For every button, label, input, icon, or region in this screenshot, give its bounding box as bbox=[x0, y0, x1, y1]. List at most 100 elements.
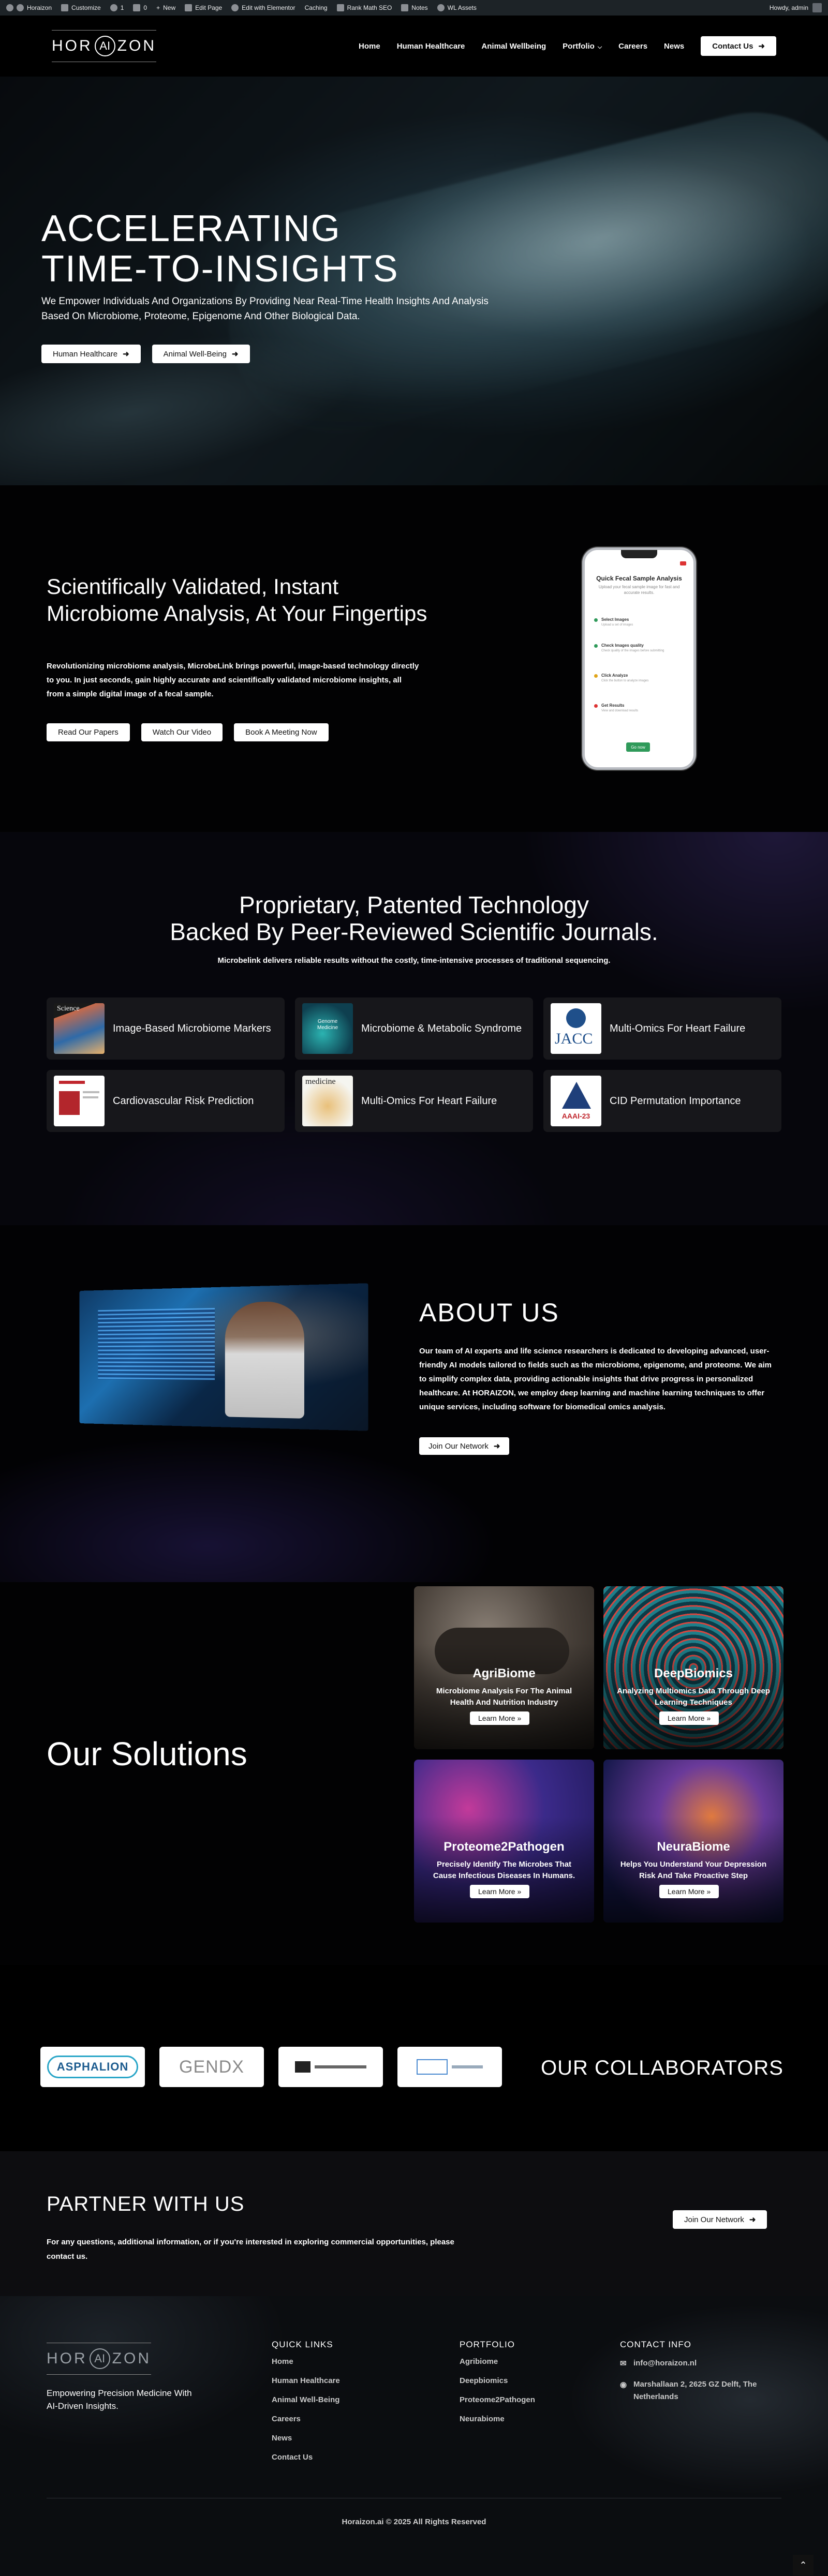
footer-link-deepbiomics[interactable]: Deepbiomics bbox=[460, 2376, 535, 2385]
publication-card[interactable]: Cardiovascular Risk Prediction bbox=[47, 1070, 285, 1132]
arrow-right-icon: ➜ bbox=[749, 2215, 756, 2224]
footer-link-careers[interactable]: Careers bbox=[272, 2415, 340, 2423]
watch-video-button[interactable]: Watch Our Video bbox=[141, 723, 223, 741]
footer-link-home[interactable]: Home bbox=[272, 2357, 340, 2366]
nav-item-news[interactable]: News bbox=[664, 42, 684, 51]
learn-more-button[interactable]: Learn More » bbox=[470, 1711, 530, 1725]
admin-bar-item-notes[interactable]: Notes bbox=[401, 4, 428, 11]
admin-bar-item-comments[interactable]: 0 bbox=[133, 4, 147, 11]
collaborator-logo-gendx[interactable]: GENDX bbox=[159, 2047, 264, 2087]
learn-more-button[interactable]: Learn More » bbox=[659, 1885, 719, 1898]
elementor-icon bbox=[231, 4, 239, 11]
card-title: CID Permutation Importance bbox=[610, 1095, 741, 1107]
wordpress-icon bbox=[6, 4, 13, 11]
logo-mark bbox=[295, 2061, 310, 2073]
nav-item-animal-wellbeing[interactable]: Animal Wellbeing bbox=[481, 42, 546, 51]
back-to-top-button[interactable]: ⌃ bbox=[793, 2555, 814, 2575]
logo-text: GENDX bbox=[179, 2057, 244, 2077]
footer-link-neurabiome[interactable]: Neurabiome bbox=[460, 2415, 535, 2423]
step-dot-icon bbox=[594, 644, 598, 648]
join-network-button[interactable]: Join Our Network ➜ bbox=[673, 2210, 767, 2229]
section-title: Scientifically Validated, Instant Microb… bbox=[47, 574, 427, 626]
admin-bar-item-rankmath[interactable]: Rank Math SEO bbox=[336, 4, 392, 11]
solution-desc: Precisely Identify The Microbes That Cau… bbox=[433, 1860, 575, 1880]
collaborators-section: ASPHALION GENDX OUR COLLABORATORS bbox=[0, 1965, 828, 2151]
logo-text: ASPHALION bbox=[47, 2056, 139, 2078]
read-papers-button[interactable]: Read Our Papers bbox=[47, 723, 130, 741]
collaborator-logos: ASPHALION GENDX bbox=[40, 2047, 502, 2087]
phone-notch bbox=[621, 550, 657, 558]
home-icon bbox=[17, 4, 24, 11]
collaborator-logo-asphalion[interactable]: ASPHALION bbox=[40, 2047, 145, 2087]
nav-item-careers[interactable]: Careers bbox=[618, 42, 647, 51]
publication-card[interactable]: JACC Multi-Omics For Heart Failure bbox=[543, 997, 781, 1060]
footer-link-agribiome[interactable]: Agribiome bbox=[460, 2357, 535, 2366]
collaborator-logo-three[interactable] bbox=[278, 2047, 383, 2087]
admin-bar-item-new[interactable]: + New bbox=[156, 4, 175, 11]
nav-label: Portfolio bbox=[563, 41, 595, 51]
admin-bar-item-elementor[interactable]: Edit with Elementor bbox=[231, 4, 295, 11]
footer-link-human-healthcare[interactable]: Human Healthcare bbox=[272, 2376, 340, 2385]
publication-card[interactable]: AAAI-23 CID Permutation Importance bbox=[543, 1070, 781, 1132]
chevron-down-icon: ⌵ bbox=[597, 43, 602, 50]
publication-card[interactable]: Genome Medicine Microbiome & Metabolic S… bbox=[295, 997, 533, 1060]
logo-ring: AI bbox=[94, 36, 115, 56]
avatar bbox=[812, 3, 822, 12]
journal-teal-thumb: Genome Medicine bbox=[302, 1003, 353, 1054]
card-title: Cardiovascular Risk Prediction bbox=[113, 1095, 254, 1107]
admin-bar-item-updates[interactable]: 1 bbox=[110, 4, 124, 11]
footer-link-news[interactable]: News bbox=[272, 2434, 340, 2443]
join-network-button[interactable]: Join Our Network ➜ bbox=[419, 1437, 510, 1455]
publication-card[interactable]: Science Image-Based Microbiome Markers bbox=[47, 997, 285, 1060]
solution-title: NeuraBiome bbox=[657, 1840, 730, 1854]
admin-bar-item-site[interactable]: Horaizon bbox=[6, 4, 52, 11]
admin-bar-item-edit-page[interactable]: Edit Page bbox=[185, 4, 222, 11]
contact-us-button[interactable]: Contact Us ➜ bbox=[701, 36, 776, 56]
admin-bar-label: Edit Page bbox=[195, 4, 223, 11]
solution-card-neurabiome: NeuraBiome Helps You Understand Your Dep… bbox=[603, 1760, 783, 1923]
nav-item-portfolio[interactable]: Portfolio ⌵ bbox=[563, 42, 602, 51]
publication-cards: Science Image-Based Microbiome Markers G… bbox=[47, 997, 781, 1132]
button-label: Join Our Network bbox=[428, 1441, 489, 1451]
footer-tagline: Empowering Precision Medicine With AI-Dr… bbox=[47, 2388, 192, 2411]
step-title: Select Images bbox=[601, 617, 629, 622]
jacc-seal-icon bbox=[566, 1008, 586, 1028]
step-desc: Check quality of the images before submi… bbox=[601, 649, 664, 652]
footer-link-proteome2pathogen[interactable]: Proteome2Pathogen bbox=[460, 2395, 535, 2404]
learn-more-button[interactable]: Learn More » bbox=[659, 1711, 719, 1725]
admin-bar-item-caching[interactable]: Caching bbox=[305, 4, 328, 11]
researcher-image bbox=[79, 1283, 368, 1431]
section-body: For any questions, additional informatio… bbox=[47, 2238, 454, 2261]
footer-email[interactable]: ✉ info@horaizon.nl bbox=[620, 2357, 791, 2370]
book-meeting-button[interactable]: Book A Meeting Now bbox=[234, 723, 329, 741]
nav-item-home[interactable]: Home bbox=[359, 42, 380, 51]
wp-admin-bar: Horaizon Customize 1 0 + New Edit Page Ed… bbox=[0, 0, 828, 16]
admin-bar-label: Horaizon bbox=[27, 4, 52, 11]
logo-wordmark bbox=[315, 2065, 366, 2068]
admin-bar-label: Edit with Elementor bbox=[242, 4, 295, 11]
footer-logo[interactable]: HOR AI ZON bbox=[47, 2343, 151, 2375]
human-healthcare-button[interactable]: Human Healthcare ➜ bbox=[41, 345, 141, 363]
learn-more-button[interactable]: Learn More » bbox=[470, 1885, 530, 1898]
site-logo[interactable]: HOR AI ZON bbox=[52, 30, 156, 62]
footer-link-contact[interactable]: Contact Us bbox=[272, 2453, 340, 2462]
admin-bar-label: 0 bbox=[143, 4, 147, 11]
animal-well-being-button[interactable]: Animal Well-Being ➜ bbox=[152, 345, 250, 363]
admin-bar-item-customize[interactable]: Customize bbox=[61, 4, 101, 11]
footer-link-animal-well-being[interactable]: Animal Well-Being bbox=[272, 2395, 340, 2404]
publication-card[interactable]: medicine Multi-Omics For Heart Failure bbox=[295, 1070, 533, 1132]
collaborator-logo-four[interactable] bbox=[397, 2047, 502, 2087]
page: Horaizon Customize 1 0 + New Edit Page Ed… bbox=[0, 0, 828, 2576]
admin-bar-account[interactable]: Howdy, admin bbox=[770, 3, 822, 12]
footer-quick-links: QUICK LINKS Home Human Healthcare Animal… bbox=[272, 2340, 340, 2472]
footer-portfolio: PORTFOLIO Agribiome Deepbiomics Proteome… bbox=[460, 2340, 535, 2434]
thumb-label: JACC bbox=[555, 1030, 593, 1047]
arrow-right-icon: ➜ bbox=[493, 1442, 500, 1451]
assets-icon bbox=[437, 4, 445, 11]
aaai-triangle-icon bbox=[562, 1082, 591, 1109]
nav-item-human-healthcare[interactable]: Human Healthcare bbox=[397, 42, 465, 51]
logo-text: HOR bbox=[52, 37, 93, 54]
footer-heading: QUICK LINKS bbox=[272, 2340, 333, 2349]
section-buttons: Read Our Papers Watch Our Video Book A M… bbox=[47, 723, 329, 741]
admin-bar-item-assets[interactable]: WL Assets bbox=[437, 4, 477, 11]
